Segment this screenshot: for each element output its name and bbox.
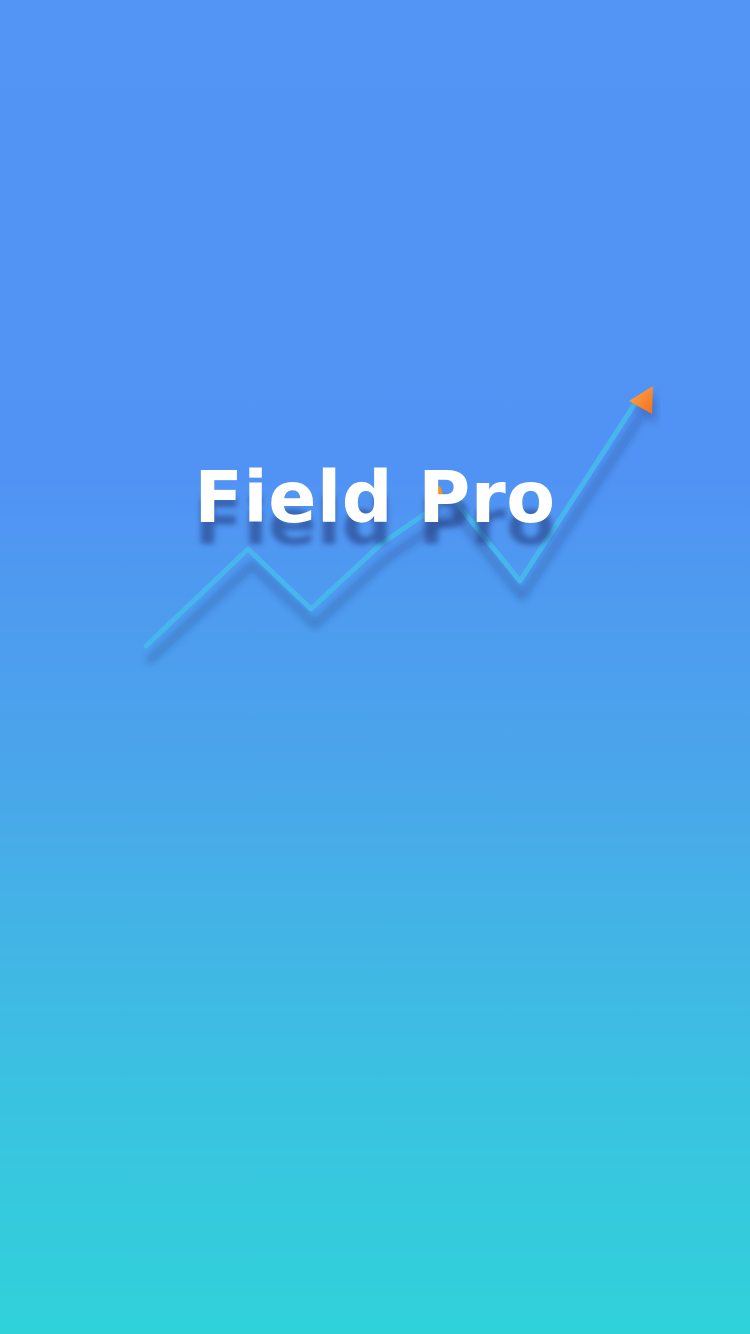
splash-screen: Field Pro Field Pro [0,0,750,1334]
app-title: Field Pro [194,456,556,539]
trending-up-arrow-icon [143,386,656,663]
